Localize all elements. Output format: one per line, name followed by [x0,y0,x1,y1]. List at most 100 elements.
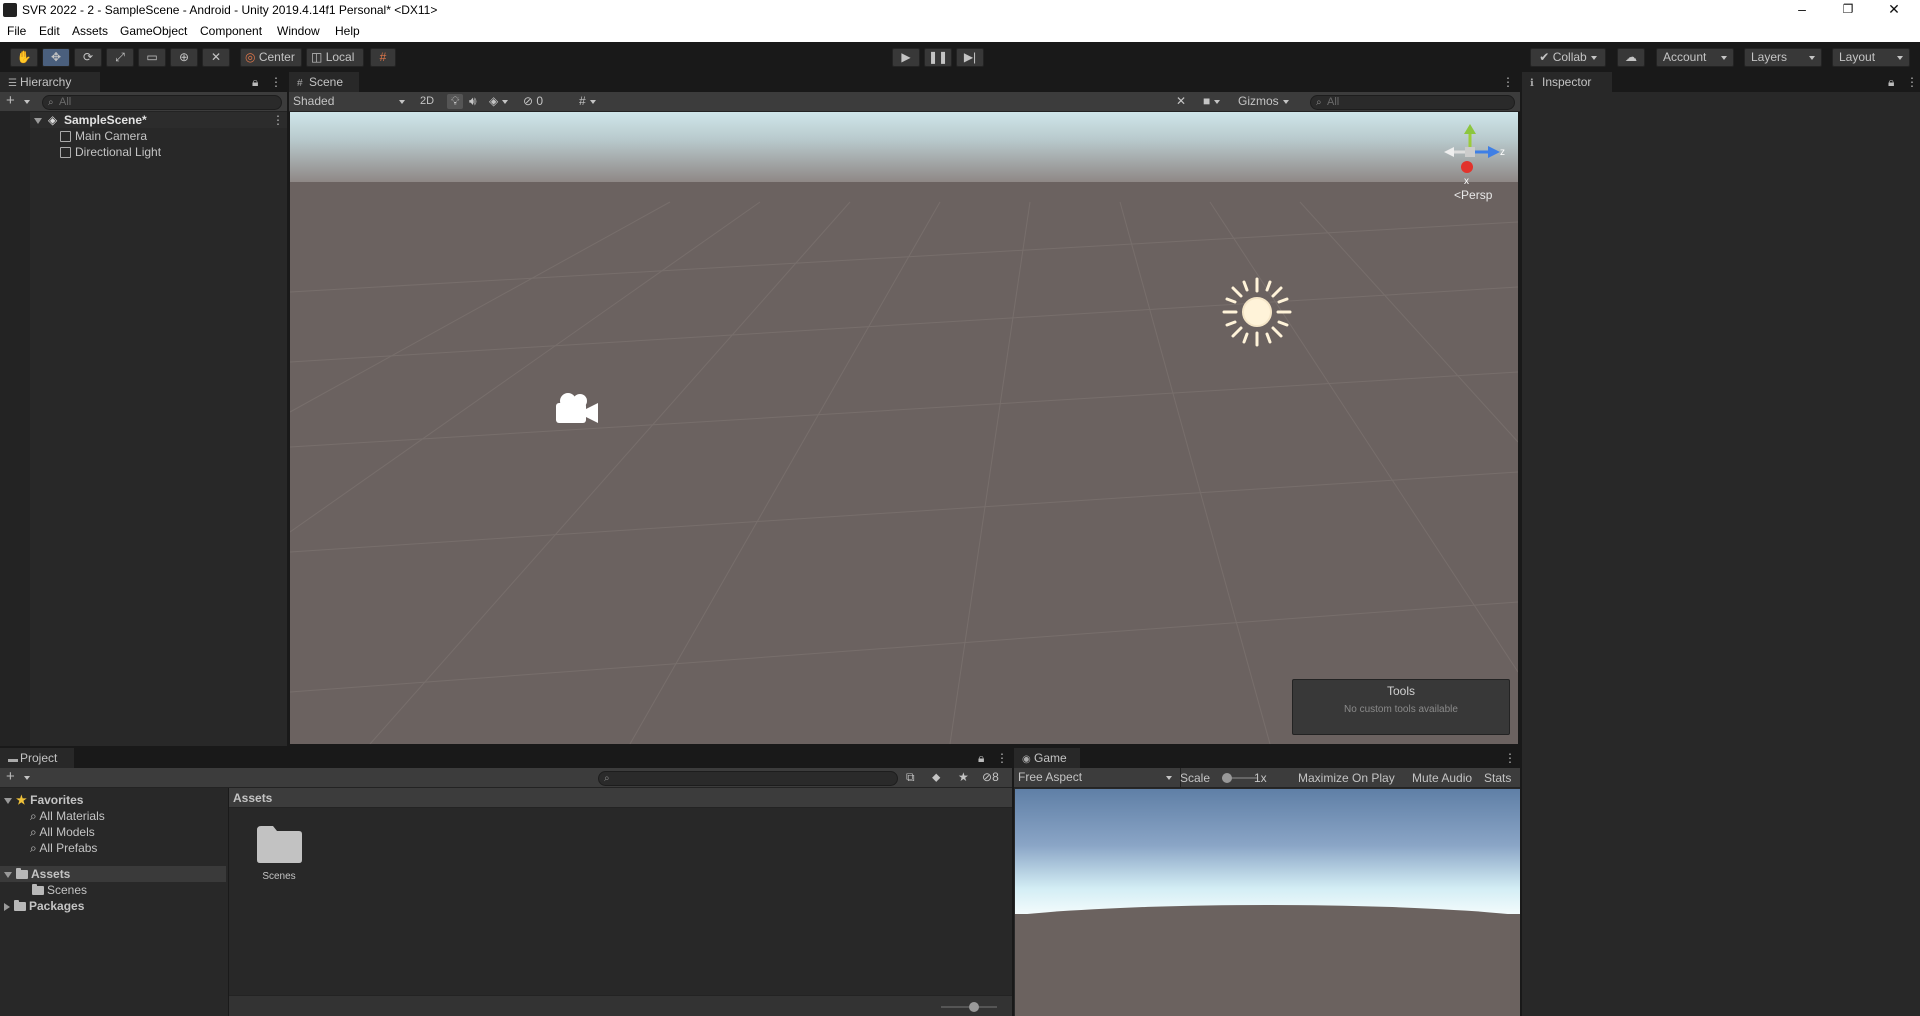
tools-toggle[interactable]: ✕ [1176,94,1186,108]
create-asset-button[interactable]: + [6,769,15,784]
scale-slider-thumb[interactable] [1222,773,1232,783]
aspect-label: Free Aspect [1018,770,1083,784]
gizmos-dropdown[interactable]: Gizmos [1238,94,1289,108]
more-icon[interactable]: ⋮ [1502,76,1514,88]
chevron-down-icon [1809,56,1815,60]
2d-toggle[interactable]: 2D [413,93,441,110]
zoom-slider[interactable] [941,1002,997,1012]
favorite-search-button[interactable]: ★ [958,770,969,784]
breadcrumb[interactable]: Assets [229,788,1012,808]
tab-project[interactable]: ▬ Project [0,748,74,768]
scale-slider[interactable] [1222,773,1258,783]
scale-tool-button[interactable]: ⤢ [106,48,134,67]
packages-folder-row[interactable]: Packages [4,898,84,914]
cloud-button[interactable]: ☁ [1617,48,1645,67]
custom-tool-button[interactable]: ✕ [202,48,230,67]
grid-snap-button[interactable]: # [370,48,396,67]
scene-search-input[interactable]: ⌕ All [1310,95,1515,110]
hidden-packages-toggle[interactable]: ⊘8 [982,770,999,784]
more-icon[interactable]: ⋮ [996,752,1008,764]
menu-edit[interactable]: Edit [39,24,60,38]
menu-help[interactable]: Help [335,24,360,38]
assets-folder-row[interactable]: Assets [0,866,226,882]
expand-arrow-icon[interactable] [4,871,12,878]
project-tree: ★ Favorites ⌕ All Materials ⌕ All Models… [0,788,226,1016]
tag-icon: ⬥ [932,770,941,784]
tab-hierarchy[interactable]: ☰ Hierarchy [0,72,100,92]
menu-assets[interactable]: Assets [72,24,108,38]
favorites-row[interactable]: ★ Favorites [4,792,83,808]
expand-arrow-icon[interactable] [34,117,42,124]
layers-dropdown[interactable]: Layers [1744,48,1822,67]
more-icon[interactable]: ⋮ [1906,76,1918,88]
mute-audio-toggle[interactable]: Mute Audio [1412,771,1472,785]
collab-button[interactable]: ✔ Collab [1530,48,1606,67]
camera-settings-button[interactable]: ■ [1203,94,1221,108]
camera-gizmo-icon[interactable] [550,389,602,429]
more-icon[interactable]: ⋮ [270,76,282,88]
search-by-type-button[interactable]: ⧉ [906,770,915,785]
scene-root-row[interactable]: ◈ SampleScene* ⋮ [0,112,287,128]
hierarchy-item[interactable]: Main Camera [60,128,147,144]
collapse-arrow-icon[interactable] [4,902,10,911]
account-dropdown[interactable]: Account [1656,48,1734,67]
tab-game[interactable]: ◉ Game [1014,748,1080,768]
layout-dropdown[interactable]: Layout [1832,48,1910,67]
scale-value: 1x [1254,771,1267,785]
grid-toggle[interactable]: # [579,94,596,108]
project-search-input[interactable]: ⌕ [598,771,898,786]
expand-arrow-icon[interactable] [4,797,12,804]
close-button[interactable]: ✕ [1872,0,1916,21]
hierarchy-item[interactable]: Directional Light [60,144,161,160]
zoom-slider-thumb[interactable] [968,1002,979,1012]
account-label: Account [1663,50,1707,64]
move-tool-button[interactable]: ✥ [42,48,70,67]
maximize-on-play-toggle[interactable]: Maximize On Play [1298,771,1395,785]
aspect-dropdown[interactable]: Free Aspect [1018,769,1178,786]
minimize-button[interactable]: – [1780,0,1824,21]
orientation-gizmo[interactable]: z x <Persp [1440,122,1515,212]
rotate-tool-button[interactable]: ⟳ [74,48,102,67]
menu-file[interactable]: File [7,24,26,38]
more-icon[interactable]: ⋮ [1504,752,1516,764]
maximize-button[interactable]: ❐ [1826,0,1870,21]
transform-tool-button[interactable]: ⊕ [170,48,198,67]
more-icon[interactable]: ⋮ [272,114,284,126]
pivot-center-toggle[interactable]: ◎ Center [240,48,302,67]
lock-icon[interactable]: 🔒︎ [978,752,984,764]
menu-component[interactable]: Component [200,24,262,38]
rect-tool-button[interactable]: ▭ [138,48,166,67]
stats-toggle[interactable]: Stats [1484,771,1511,785]
favorite-item[interactable]: ⌕ All Materials [30,808,105,824]
step-button[interactable]: ▶| [956,48,984,67]
play-button[interactable]: ▶ [892,48,920,67]
folder-row[interactable]: Scenes [32,882,87,898]
add-object-button[interactable]: + [6,93,15,108]
tab-scene[interactable]: # Scene [289,72,359,92]
favorite-item[interactable]: ⌕ All Prefabs [30,840,97,856]
pivot-local-toggle[interactable]: ◫ Local [306,48,364,67]
inspector-panel: ℹ Inspector 🔒︎ ⋮ [1522,72,1920,1016]
favorite-item[interactable]: ⌕ All Models [30,824,95,840]
shading-mode-dropdown[interactable]: Shaded [291,93,409,110]
audio-toggle[interactable]: 🔊︎ [469,94,477,109]
lock-icon[interactable]: 🔒︎ [1888,76,1894,88]
hidden-objects-toggle[interactable]: ⊘ 0 [523,94,543,108]
directional-light-icon[interactable] [1222,277,1292,347]
asset-tile[interactable]: Scenes [249,822,309,892]
lighting-toggle[interactable]: 💡︎ [447,94,464,109]
perspective-toggle[interactable]: <Persp [1454,188,1492,202]
menu-gameobject[interactable]: GameObject [120,24,187,38]
lock-icon[interactable]: 🔒︎ [252,76,258,88]
inspector-tabstrip: ℹ Inspector 🔒︎ ⋮ [1522,72,1920,92]
scene-viewport[interactable]: z x <Persp Tools No custom tools availab… [290,112,1518,744]
tab-inspector[interactable]: ℹ Inspector [1522,72,1612,92]
hand-tool-button[interactable]: ✋ [10,48,38,67]
menu-window[interactable]: Window [277,24,320,38]
pause-button[interactable]: ❚❚ [924,48,952,67]
effects-toggle[interactable]: ◈ [489,94,509,108]
hierarchy-search-input[interactable]: ⌕ All [42,95,282,110]
search-by-label-button[interactable]: ⬥ [932,770,940,785]
game-viewport[interactable] [1015,789,1520,1016]
scale-label: Scale [1180,771,1211,785]
